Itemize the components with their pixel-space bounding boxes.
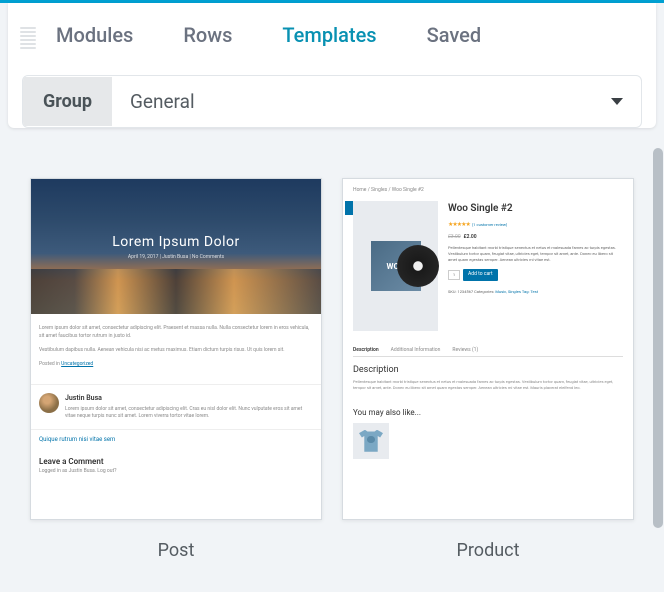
product-main: WOO Woo Single #2 ★★★★★(1 customer revie… bbox=[353, 201, 623, 331]
group-selector: Group General bbox=[22, 75, 642, 128]
post-footer-link: Quique rutrum nisi vitae sem bbox=[31, 429, 321, 449]
post-category: Posted in Uncategorized bbox=[39, 360, 313, 368]
product-name: Woo Single #2 bbox=[448, 201, 623, 216]
author-name: Justin Busa bbox=[65, 393, 313, 404]
product-container: Home / Singles / Woo Single #2 WOO Woo S… bbox=[343, 179, 633, 467]
product-meta: SKU: 1234567 Categories: Music, Singles … bbox=[448, 289, 623, 295]
post-meta: April 19, 2017 | Justin Busa | No Commen… bbox=[128, 254, 224, 260]
post-hero: Lorem Ipsum Dolor April 19, 2017 | Justi… bbox=[31, 179, 321, 314]
scrollbar[interactable] bbox=[653, 148, 663, 588]
group-label: Group bbox=[23, 77, 112, 126]
product-breadcrumb: Home / Singles / Woo Single #2 bbox=[353, 187, 623, 193]
template-preview-post[interactable]: Lorem Ipsum Dolor April 19, 2017 | Justi… bbox=[30, 178, 322, 520]
post-title: Lorem Ipsum Dolor bbox=[112, 234, 239, 250]
product-tabs: Description Additional Information Revie… bbox=[353, 347, 623, 357]
post-author-box: Justin Busa Lorem ipsum dolor sit amet, … bbox=[31, 384, 321, 429]
product-price: £3.00£2.00 bbox=[448, 234, 623, 242]
template-gallery: Lorem Ipsum Dolor April 19, 2017 | Justi… bbox=[0, 142, 664, 581]
tab-modules[interactable]: Modules bbox=[56, 15, 133, 61]
tab-saved[interactable]: Saved bbox=[427, 15, 482, 61]
drag-handle-icon[interactable] bbox=[20, 27, 36, 49]
group-selected-value: General bbox=[130, 90, 195, 113]
sale-badge bbox=[345, 201, 353, 215]
template-card-post: Lorem Ipsum Dolor April 19, 2017 | Justi… bbox=[30, 178, 322, 561]
avatar bbox=[39, 393, 59, 413]
desc-heading: Description bbox=[353, 365, 623, 375]
tab-templates[interactable]: Templates bbox=[282, 15, 376, 61]
group-select[interactable]: General bbox=[112, 76, 641, 127]
qty-input: 1 bbox=[448, 270, 460, 280]
add-to-cart-button: Add to cart bbox=[463, 269, 498, 281]
tab-bar: Modules Rows Templates Saved bbox=[56, 15, 640, 61]
header-row: Modules Rows Templates Saved bbox=[8, 3, 656, 61]
comment-sub: Logged in as Justin Busa. Log out? bbox=[31, 468, 321, 478]
ptab-description: Description bbox=[353, 347, 379, 353]
tab-rows[interactable]: Rows bbox=[183, 15, 232, 61]
vinyl-disc-icon bbox=[397, 245, 439, 287]
scrollbar-thumb[interactable] bbox=[653, 148, 663, 528]
product-info: Woo Single #2 ★★★★★(1 customer review) £… bbox=[448, 201, 623, 331]
desc-paragraph: Pellentesque habitant morbi tristique se… bbox=[353, 379, 623, 392]
post-para-1: Lorem ipsum dolor sit amet, consectetur … bbox=[39, 324, 313, 340]
panel-header: Modules Rows Templates Saved Group Gener… bbox=[8, 3, 656, 128]
template-label-post: Post bbox=[158, 540, 195, 561]
ptab-reviews: Reviews (1) bbox=[452, 347, 478, 353]
stars-icon: ★★★★★ bbox=[448, 221, 470, 228]
template-preview-product[interactable]: Home / Singles / Woo Single #2 WOO Woo S… bbox=[342, 178, 634, 520]
post-body: Lorem ipsum dolor sit amet, consectetur … bbox=[31, 314, 321, 384]
author-bio: Lorem ipsum dolor sit amet, consectetur … bbox=[65, 406, 313, 421]
product-image: WOO bbox=[353, 201, 438, 331]
reviews-link: (1 customer review) bbox=[472, 222, 507, 227]
qty-row: 1 Add to cart bbox=[448, 269, 623, 281]
product-short-desc: Pellentesque habitant morbi tristique se… bbox=[448, 245, 623, 263]
rating-row: ★★★★★(1 customer review) bbox=[448, 220, 623, 230]
you-may-like-heading: You may also like... bbox=[353, 408, 623, 417]
related-thumb bbox=[353, 423, 389, 459]
template-card-product: Home / Singles / Woo Single #2 WOO Woo S… bbox=[342, 178, 634, 561]
post-para-2: Vestibulum dapibus nulla. Aenean vehicul… bbox=[39, 346, 313, 354]
template-label-product: Product bbox=[457, 540, 520, 561]
author-text: Justin Busa Lorem ipsum dolor sit amet, … bbox=[65, 393, 313, 421]
chevron-down-icon bbox=[611, 98, 623, 105]
comment-heading: Leave a Comment bbox=[31, 449, 321, 468]
tshirt-icon bbox=[359, 430, 383, 452]
ptab-info: Additional Information bbox=[391, 347, 441, 353]
vinyl-sleeve: WOO bbox=[371, 241, 421, 291]
